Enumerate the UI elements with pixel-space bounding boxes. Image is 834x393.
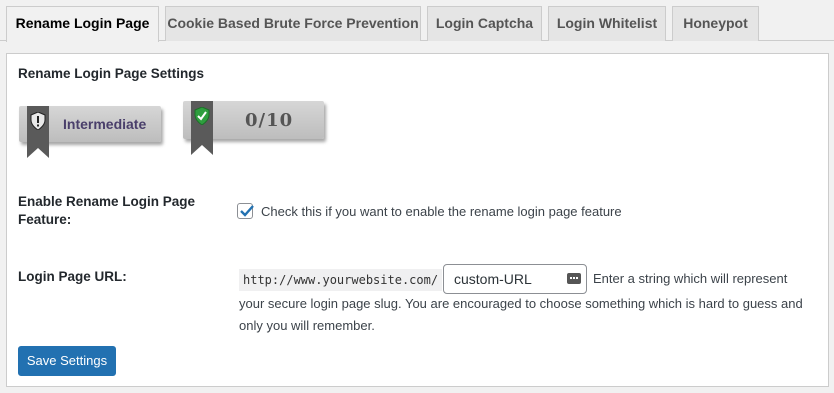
- level-badge-text: Intermediate: [63, 116, 147, 132]
- tab-cookie-brute-force[interactable]: Cookie Based Brute Force Prevention: [165, 6, 421, 41]
- tab-bar: Rename Login Page Cookie Based Brute For…: [0, 0, 834, 42]
- login-url-input[interactable]: [454, 270, 564, 288]
- score-badge-text: 0/10: [245, 110, 294, 131]
- url-prefix: http://www.yourwebsite.com/: [239, 269, 443, 291]
- score-badge: 0/10: [183, 101, 324, 155]
- ribbon: [191, 101, 213, 155]
- login-url-label: Login Page URL:: [18, 269, 127, 284]
- enable-feature-description: Check this if you want to enable the ren…: [261, 204, 622, 219]
- enable-feature-checkbox[interactable]: [237, 203, 254, 219]
- tab-login-whitelist[interactable]: Login Whitelist: [548, 6, 666, 41]
- panel-title: Rename Login Page Settings: [18, 66, 205, 81]
- settings-panel: Rename Login Page Settings Intermediate …: [6, 53, 829, 387]
- login-url-description-inline: Enter a string which will represent: [593, 271, 788, 286]
- login-url-field[interactable]: [443, 264, 587, 294]
- save-settings-button[interactable]: Save Settings: [18, 346, 116, 376]
- level-badge: Intermediate: [19, 106, 161, 158]
- tab-rename-login-page[interactable]: Rename Login Page: [6, 6, 159, 42]
- ribbon: [27, 106, 49, 158]
- shield-exclamation-icon: [30, 112, 46, 130]
- shield-check-icon: [194, 107, 210, 125]
- checkmark-icon: [240, 205, 254, 217]
- tab-honeypot[interactable]: Honeypot: [672, 6, 759, 41]
- login-url-description: your secure login page slug. You are enc…: [239, 296, 803, 333]
- password-manager-icon[interactable]: [567, 273, 581, 284]
- enable-feature-label: Enable Rename Login Page Feature:: [18, 194, 196, 227]
- tab-login-captcha[interactable]: Login Captcha: [427, 6, 542, 41]
